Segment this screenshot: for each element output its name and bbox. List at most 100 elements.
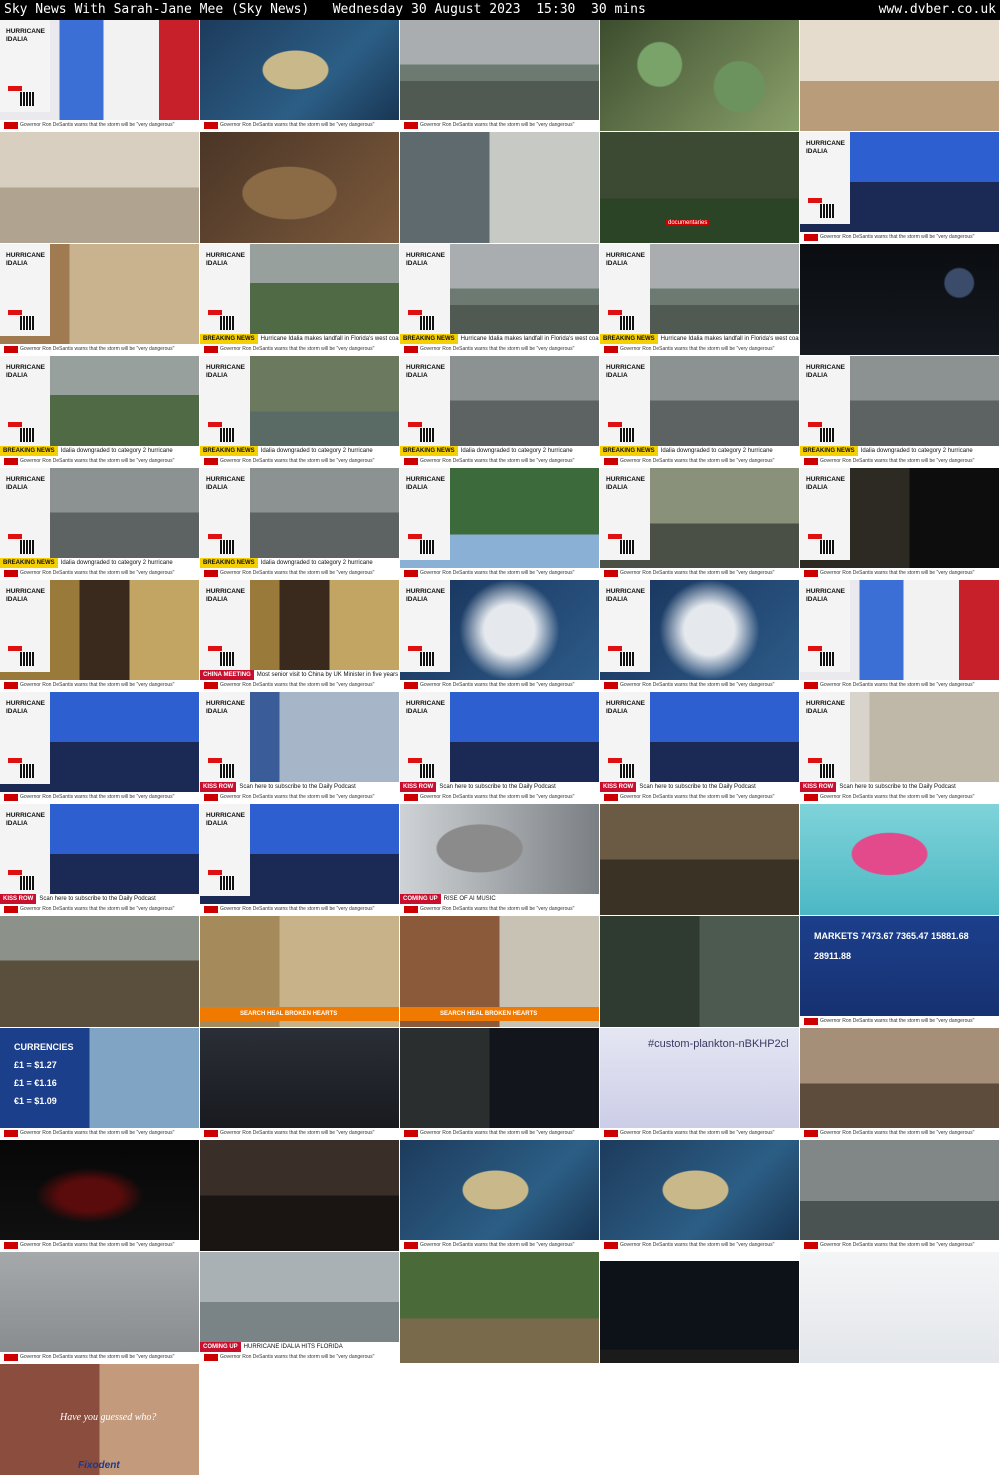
thumbnail-presenter-closeup[interactable]: HURRICANE IDALIA Governor Ron DeSantis wa…: [800, 580, 1000, 692]
thumbnail-downgraded-storm[interactable]: HURRICANE IDALIA BREAKING NEWS Idalia down…: [400, 356, 600, 468]
thumbnail-fixodent-ad[interactable]: Have you guessed who? Fixodent: [0, 1364, 200, 1476]
thumbnail-vax-ad-cells[interactable]: [600, 20, 800, 132]
live-tag: [208, 646, 222, 651]
frame-image: [600, 1252, 799, 1363]
thumbnail-satellite-storm-2[interactable]: HURRICANE IDALIA Governor Ron DeSantis wa…: [600, 580, 800, 692]
thumbnail-guest-interview[interactable]: HURRICANE IDALIA Governor Ron DeSantis wa…: [0, 244, 200, 356]
thumbnail-closeup-texture[interactable]: [0, 132, 200, 244]
hurricane-label: HURRICANE IDALIA: [6, 812, 45, 827]
thumbnail-downgraded-flood[interactable]: HURRICANE IDALIA BREAKING NEWS Idalia down…: [200, 356, 400, 468]
header-bar: Sky News With Sarah-Jane Mee (Sky News) …: [0, 0, 1000, 20]
thumbnail-city-skyline[interactable]: Governor Ron DeSantis warns that the sto…: [800, 1140, 1000, 1252]
thumbnail-minister-china-strap[interactable]: HURRICANE IDALIA CHINA MEETING Most senior…: [200, 580, 400, 692]
thumbnail-kiss-row-guest[interactable]: HURRICANE IDALIA KISS ROW Scan here to sub…: [200, 692, 400, 804]
thumbnail-kiss-row-wide[interactable]: HURRICANE IDALIA Governor Ron DeSantis wa…: [0, 692, 200, 804]
hurricane-label: HURRICANE IDALIA: [406, 252, 445, 267]
live-tag: [8, 534, 22, 539]
thumbnail-dark-ad[interactable]: [600, 1252, 800, 1364]
thumbnail-currencies-board[interactable]: CURRENCIES £1 = $1.27 £1 = €1.16 €1 = $1…: [0, 1028, 200, 1140]
hurricane-sidebar: HURRICANE IDALIA: [800, 692, 850, 784]
thumbnail-kiss-row-wide-4[interactable]: HURRICANE IDALIA KISS ROW Scan here to sub…: [0, 804, 200, 916]
thumbnail-grey-sky[interactable]: Governor Ron DeSantis warns that the sto…: [0, 1252, 200, 1364]
hurricane-label: HURRICANE IDALIA: [6, 364, 45, 379]
thumbnail-horse-cart[interactable]: [0, 916, 200, 1028]
ticker-text: Governor Ron DeSantis warns that the sto…: [220, 1354, 375, 1360]
thumbnail-landfall-bay[interactable]: HURRICANE IDALIA BREAKING NEWS Hurricane I…: [600, 244, 800, 356]
news-ticker: Governor Ron DeSantis warns that the sto…: [600, 680, 799, 691]
news-ticker: Governor Ron DeSantis warns that the sto…: [200, 792, 399, 803]
thumbnail-pier-posts[interactable]: HURRICANE IDALIA Governor Ron DeSantis wa…: [600, 468, 800, 580]
thumbnail-landfall-aerial[interactable]: HURRICANE IDALIA BREAKING NEWS Hurricane I…: [200, 244, 400, 356]
live-tag: [608, 646, 622, 651]
thumbnail-studio-duo[interactable]: HURRICANE IDALIA Governor Ron DeSantis wa…: [200, 804, 400, 916]
thumbnail-ai-laptop[interactable]: Governor Ron DeSantis warns that the sto…: [200, 1028, 400, 1140]
thumbnail-child-photo[interactable]: HURRICANE IDALIA Governor Ron DeSantis wa…: [400, 468, 600, 580]
markets-board: MARKETS 7473.67 7365.47 15881.68 28911.8…: [814, 931, 969, 961]
thumbnail-doc-football[interactable]: documentaries: [600, 132, 800, 244]
thumbnail-storm-palms[interactable]: HURRICANE IDALIA BREAKING NEWS Idalia down…: [200, 468, 400, 580]
thumbnail-show-studio-wide[interactable]: HURRICANE IDALIA Governor Ron DeSantis wa…: [800, 132, 1000, 244]
live-tag: [8, 758, 22, 763]
qr-code-icon: [620, 652, 634, 666]
thumbnail-ai-music-sinatra[interactable]: COMING UP RISE OF AI MUSIC Governor Ron De…: [400, 804, 600, 916]
thumbnail-kiss-row-wide-3[interactable]: HURRICANE IDALIA KISS ROW Scan here to sub…: [600, 692, 800, 804]
thumbnail-kiss-row-remote[interactable]: HURRICANE IDALIA KISS ROW Scan here to sub…: [800, 692, 1000, 804]
sky-news-logo-icon: [4, 458, 18, 465]
thumbnail-downgraded-wreck[interactable]: HURRICANE IDALIA BREAKING NEWS Idalia down…: [800, 356, 1000, 468]
thumbnail-night-shore[interactable]: [800, 244, 1000, 356]
thumbnail-ai-singer[interactable]: Governor Ron DeSantis warns that the sto…: [0, 1140, 200, 1252]
qr-code-icon: [20, 876, 34, 890]
qr-code-icon: [820, 428, 834, 442]
thumbnail-doc-couple[interactable]: [400, 132, 600, 244]
thumbnail-storm-surf[interactable]: HURRICANE IDALIA BREAKING NEWS Idalia down…: [0, 468, 200, 580]
sky-news-logo-icon: [804, 1130, 818, 1137]
thumbnail-markets-board[interactable]: MARKETS 7473.67 7365.47 15881.68 28911.8…: [800, 916, 1000, 1028]
ticker-text: Governor Ron DeSantis warns that the sto…: [20, 570, 175, 576]
thumbnail-minister-china[interactable]: HURRICANE IDALIA Governor Ron DeSantis wa…: [0, 580, 200, 692]
thumbnail-kiss-row-wide-2[interactable]: HURRICANE IDALIA KISS ROW Scan here to sub…: [400, 692, 600, 804]
live-tag: [408, 758, 422, 763]
qr-code-icon: [420, 540, 434, 554]
thumbnail-vax-ad-family[interactable]: [800, 20, 1000, 132]
thumbnail-runners-ad[interactable]: [400, 1252, 600, 1364]
thumbnail-vanish-ad[interactable]: [800, 804, 1000, 916]
news-ticker: Governor Ron DeSantis warns that the sto…: [0, 680, 199, 691]
thumbnail-downgraded-house[interactable]: HURRICANE IDALIA BREAKING NEWS Idalia down…: [600, 356, 800, 468]
news-ticker: Governor Ron DeSantis warns that the sto…: [200, 456, 399, 467]
thumbnail-doc-stairs[interactable]: [600, 804, 800, 916]
strap-text: Scan here to subscribe to the Daily Podc…: [839, 784, 956, 790]
thumbnail-weather-map-2[interactable]: Governor Ron DeSantis warns that the sto…: [400, 1140, 600, 1252]
sky-news-logo-icon: [804, 794, 818, 801]
thumbnail-landfall-coast[interactable]: HURRICANE IDALIA BREAKING NEWS Hurricane I…: [400, 244, 600, 356]
ticker-text: Governor Ron DeSantis warns that the sto…: [220, 570, 375, 576]
thumbnail-dark-portrait[interactable]: HURRICANE IDALIA Governor Ron DeSantis wa…: [800, 468, 1000, 580]
thumbnail-closeup-texture-2[interactable]: [200, 132, 400, 244]
thumbnail-ai-plankton[interactable]: #custom-plankton-nBKHP2cl Governor Ron De…: [600, 1028, 800, 1140]
strap-tag: BREAKING NEWS: [400, 334, 458, 344]
frame-image: [400, 20, 599, 131]
ticker-text: Governor Ron DeSantis warns that the sto…: [420, 1242, 575, 1248]
thumbnail-webpage[interactable]: [800, 1252, 1000, 1364]
site-link[interactable]: www.dvber.co.uk: [879, 0, 996, 20]
news-ticker: Governor Ron DeSantis warns that the sto…: [600, 1240, 799, 1251]
thumbnail-satellite-storm[interactable]: HURRICANE IDALIA Governor Ron DeSantis wa…: [400, 580, 600, 692]
news-ticker: Governor Ron DeSantis warns that the sto…: [400, 456, 599, 467]
thumbnail-bridge-idalia[interactable]: COMING UP HURRICANE IDALIA HITS FLORIDA Go…: [200, 1252, 400, 1364]
thumbnail-flooded-coast[interactable]: Governor Ron DeSantis warns that the sto…: [400, 20, 600, 132]
thumbnail-ai-records[interactable]: Governor Ron DeSantis warns that the sto…: [800, 1028, 1000, 1140]
hurricane-label: HURRICANE IDALIA: [6, 252, 45, 267]
thumbnail-brooke-horse[interactable]: SEARCH HEAL BROKEN HEARTS: [200, 916, 400, 1028]
thumbnail-qatar-ad[interactable]: [200, 1140, 400, 1252]
thumbnail-ai-code[interactable]: Governor Ron DeSantis warns that the sto…: [400, 1028, 600, 1140]
thumbnail-brooke-people[interactable]: SEARCH HEAL BROKEN HEARTS: [400, 916, 600, 1028]
sky-news-logo-icon: [404, 906, 418, 913]
sky-news-logo-icon: [404, 1242, 418, 1249]
thumbnail-presenter-studio[interactable]: HURRICANE IDALIA Governor Ron DeSantis wa…: [0, 20, 200, 132]
thumbnail-downgraded-trees[interactable]: HURRICANE IDALIA BREAKING NEWS Idalia down…: [0, 356, 200, 468]
thumbnail-doc-man[interactable]: [600, 916, 800, 1028]
thumbnail-weather-map-3[interactable]: Governor Ron DeSantis warns that the sto…: [600, 1140, 800, 1252]
ticker-text: Governor Ron DeSantis warns that the sto…: [420, 794, 575, 800]
ticker-text: Governor Ron DeSantis warns that the sto…: [620, 794, 775, 800]
sky-news-logo-icon: [204, 906, 218, 913]
thumbnail-weather-map-uk[interactable]: Governor Ron DeSantis warns that the sto…: [200, 20, 400, 132]
